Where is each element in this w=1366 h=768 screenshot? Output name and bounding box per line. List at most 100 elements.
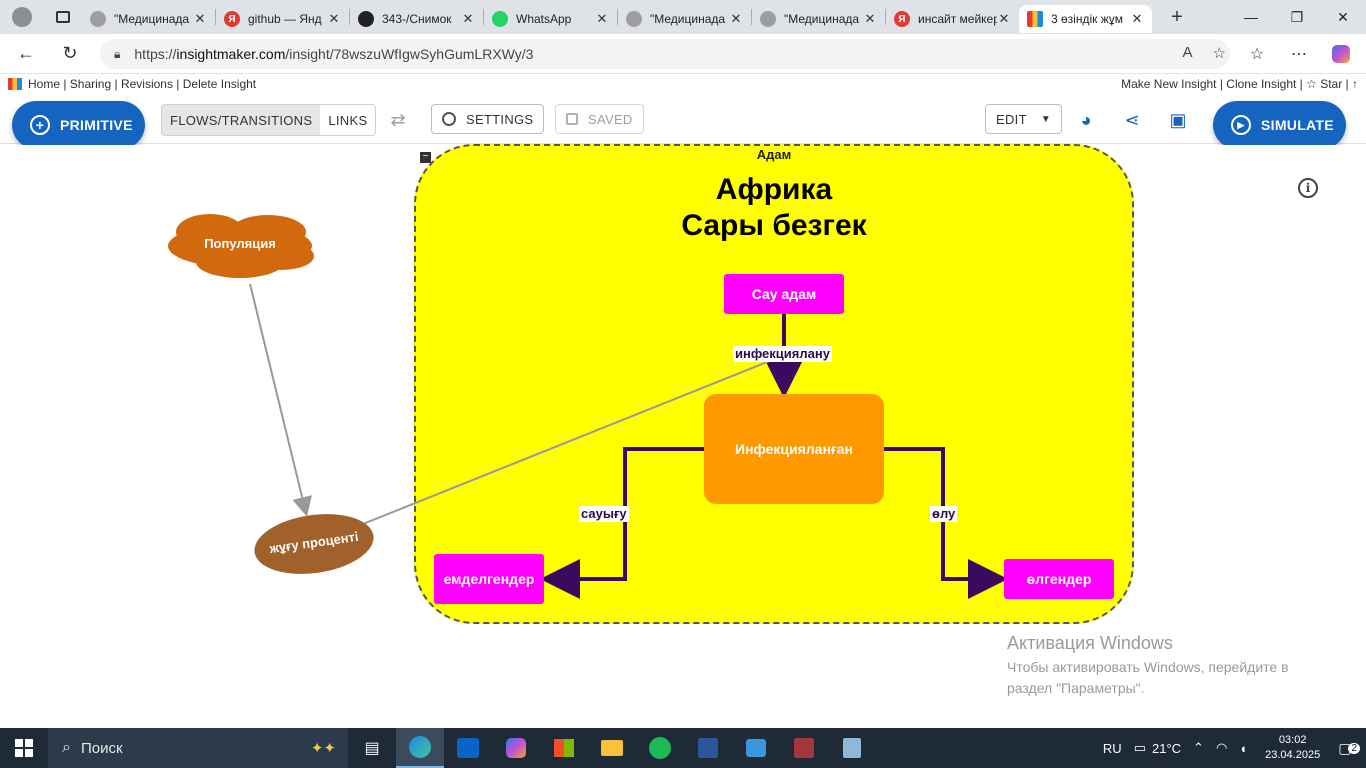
address-bar-row: ← ↻ 🔒︎ https://insightmaker.com/insight/… [0,34,1366,74]
activation-watermark-text: Чтобы активировать Windows, перейдите в … [1007,659,1289,696]
network-icon[interactable]: ◠ [1210,740,1233,756]
browser-tab[interactable]: "Медицинада ✕ [752,5,885,33]
clock[interactable]: 03:02 23.04.2025 [1253,733,1332,763]
close-tab-icon[interactable]: ✕ [997,11,1011,27]
stock-infected[interactable]: Инфекцияланған [704,394,884,504]
insightmaker-logo-icon[interactable] [8,78,22,90]
settings-button[interactable]: SETTINGS [431,104,545,134]
weather-temp: 21°C [1151,740,1182,756]
tab-title: "Медицинада [114,12,190,26]
store-app-icon[interactable] [540,728,588,768]
file-explorer-icon[interactable] [588,728,636,768]
info-icon[interactable]: i [1298,178,1318,198]
task-view-icon[interactable]: ▤ [348,728,396,768]
lock-icon[interactable]: 🔒︎ [114,47,120,62]
browser-tab[interactable]: "Медицинада ✕ [618,5,751,33]
title-line-1: Африка [715,173,833,206]
access-app-icon[interactable] [780,728,828,768]
browser-tab-active[interactable]: 3 өзіндік жұм ✕ [1019,5,1152,33]
start-button[interactable] [0,728,48,768]
tab-title: "Медицинада [784,12,860,26]
primitive-button[interactable]: + PRIMITIVE [12,101,145,149]
tab-actions-icon[interactable] [56,11,70,23]
collapse-folder-icon[interactable]: − [420,152,431,163]
population-variable[interactable]: Популяция [180,236,300,251]
language-indicator[interactable]: RU [1097,741,1128,756]
system-tray: RU ▭ 21°C ⌃ ◠ ◖ 03:02 23.04.2025 ▢ 2 [1097,728,1366,768]
close-tab-icon[interactable]: ✕ [327,11,341,27]
folder-label: Адам [756,147,792,162]
close-tab-icon[interactable]: ✕ [461,11,475,27]
yandex-icon: Я [224,11,240,27]
title-line-2: Сары безгек [681,209,867,242]
close-tab-icon[interactable]: ✕ [729,11,743,27]
favorite-star-icon[interactable]: ☆ [1213,44,1226,62]
window-controls: — ❐ ✕ [1228,0,1366,34]
taskbar-search[interactable]: ⌕ Поиск ✦✦ [48,728,348,768]
copilot-app-icon[interactable] [492,728,540,768]
primitive-label: PRIMITIVE [60,117,133,133]
windows-logo-icon [15,739,33,757]
model-title-text[interactable]: Африка Сары безгек [660,172,888,244]
activation-watermark-title: Активация Windows [1007,633,1173,653]
tab-title: 3 өзіндік жұм [1051,12,1124,26]
search-icon: ⌕ [62,739,71,756]
browser-tab[interactable]: 343-/Снимок ✕ [350,5,483,33]
flow-death-label[interactable]: өлу [930,506,958,522]
word-app-icon[interactable] [684,728,732,768]
toolbox-icon[interactable]: ▣ [1166,108,1190,132]
browser-tab[interactable]: Яинсайт мейкер ✕ [886,5,1019,33]
browser-tab[interactable]: WhatsApp ✕ [484,5,617,33]
close-window-icon[interactable]: ✕ [1320,0,1366,34]
browser-tab[interactable]: Яgithub — Янд ✕ [216,5,349,33]
windows-taskbar: ⌕ Поиск ✦✦ ▤ RU ▭ 21°C ⌃ ◠ ◖ 03:02 23.04.2… [0,728,1366,768]
tab-title: WhatsApp [516,12,572,26]
links-toggle[interactable]: LINKS [320,105,375,135]
saved-button[interactable]: SAVED [555,104,644,134]
tray-chevron-icon[interactable]: ⌃ [1187,740,1210,756]
minimize-icon[interactable]: — [1228,0,1274,34]
profile-icon[interactable] [12,7,32,27]
close-tab-icon[interactable]: ✕ [863,11,877,27]
notifications-button[interactable]: ▢ 2 [1332,740,1366,757]
flow-recovery-label[interactable]: сауығу [579,506,629,522]
swap-arrows-icon[interactable]: ⇄ [386,108,410,132]
stock-healthy[interactable]: Сау адам [724,274,844,314]
copilot-sparkle-icon: ✦✦ [310,740,336,757]
read-aloud-icon[interactable]: A [1183,44,1193,62]
photos-app-icon[interactable] [732,728,780,768]
reload-icon[interactable]: ↻ [52,36,88,72]
globe-icon [90,11,106,27]
close-tab-icon[interactable]: ✕ [595,11,609,27]
copilot-icon[interactable] [1326,40,1356,68]
volume-icon[interactable]: ◖ [1233,741,1253,756]
edit-dropdown[interactable]: EDIT ▼ [985,104,1063,134]
outlook-app-icon[interactable] [444,728,492,768]
notepad-app-icon[interactable] [828,728,876,768]
clock-time: 03:02 [1278,734,1307,746]
simulate-button[interactable]: ▶ SIMULATE [1213,101,1346,149]
insight-nav-links[interactable]: Home | Sharing | Revisions | Delete Insi… [28,77,256,91]
globe-icon [760,11,776,27]
edge-app-icon[interactable] [396,728,444,768]
close-tab-icon[interactable]: ✕ [1130,11,1144,27]
more-menu-icon[interactable]: ⋯ [1284,40,1314,68]
weather-widget[interactable]: ▭ 21°C [1128,740,1187,756]
back-arrow-icon[interactable]: ← [8,36,44,72]
spotify-app-icon[interactable] [636,728,684,768]
close-tab-icon[interactable]: ✕ [193,11,207,27]
clock-date: 23.04.2025 [1265,749,1321,761]
share-icon[interactable]: ⋖ [1120,108,1144,132]
url-field[interactable]: 🔒︎ https://insightmaker.com/insight/78ws… [100,39,1230,69]
favorites-icon[interactable]: ☆ [1242,40,1272,68]
palette-icon[interactable]: ◕ [1074,108,1098,132]
flows-transitions-toggle[interactable]: FLOWS/TRANSITIONS [162,105,321,135]
restore-icon[interactable]: ❐ [1274,0,1320,34]
stock-dead[interactable]: өлгендер [1004,559,1114,599]
browser-tab[interactable]: "Медицинада ✕ [82,5,215,33]
tab-title: "Медицинада [650,12,726,26]
new-tab-button[interactable]: + [1162,6,1192,29]
flow-infection-label[interactable]: инфекциялану [733,346,832,362]
stock-recovered[interactable]: емделгендер [434,554,544,604]
insight-actions-links[interactable]: Make New Insight | Clone Insight | ☆ Sta… [1121,77,1358,91]
